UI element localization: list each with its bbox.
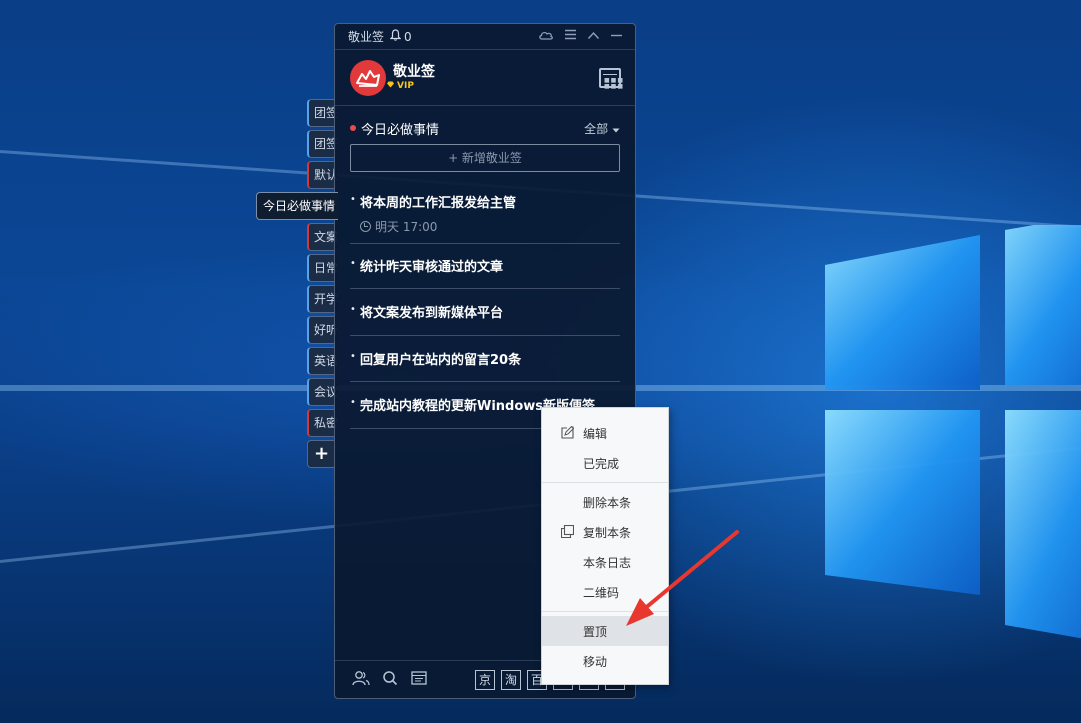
category-tab[interactable]: 开学 [307,285,337,313]
filter-dropdown[interactable]: 全部 [584,120,620,137]
menu-icon[interactable] [564,29,577,45]
notification-count: 0 [404,29,412,44]
task-text: 统计昨天审核通过的文章 [360,260,504,275]
avatar[interactable] [350,59,386,96]
taobao-shortcut[interactable]: 淘 [501,669,521,690]
jd-shortcut[interactable]: 京 [475,669,495,690]
bullet: • [350,194,356,205]
category-tab[interactable]: 团签 [307,130,337,158]
category-title: 今日必做事情 [361,122,440,138]
menu-item-label: 本条日志 [583,555,632,570]
menu-separator [542,611,668,612]
menu-item-label: 置顶 [583,624,608,639]
category-tab-active[interactable]: 今日必做事情 [256,192,338,220]
category-tab[interactable]: 日常 [307,254,337,282]
copy-icon [560,524,575,539]
menu-item-label: 复制本条 [583,525,632,540]
task-text: 回复用户在站内的留言20条 [360,353,522,368]
menu-item-done[interactable]: 已完成 [542,448,668,478]
diamond-icon [386,81,395,91]
menu-item-label: 编辑 [583,426,608,441]
task-context-menu: 编辑 已完成 删除本条 复制本条 本条日志 二维码 置顶 移动 [541,407,669,685]
task-text: 将本周的工作汇报发给主管 [360,196,517,211]
vip-label: VIP [397,81,414,91]
category-tab[interactable]: 英语 [307,347,337,375]
collapse-icon[interactable] [587,29,600,45]
menu-item-label: 已完成 [583,456,620,471]
category-tab[interactable]: 默认 [307,161,337,189]
calendar-icon[interactable]: ■■■ ■■■ [599,67,623,89]
add-category-button[interactable]: + [307,440,335,468]
app-title: 敬业签 [348,30,385,44]
task-item[interactable]: • 将文案发布到新媒体平台 [350,302,620,336]
task-item[interactable]: • 回复用户在站内的留言20条 [350,349,620,382]
bullet: • [350,397,356,408]
minimize-icon[interactable] [610,29,623,45]
contacts-icon[interactable] [351,670,371,690]
task-item[interactable]: • 统计昨天审核通过的文章 [350,256,620,289]
menu-item-log[interactable]: 本条日志 [542,547,668,577]
menu-item-copy[interactable]: 复制本条 [542,517,668,547]
task-text: 将文案发布到新媒体平台 [360,306,504,321]
bullet: • [350,258,356,269]
category-tab[interactable]: 私密 [307,409,337,437]
user-profile: 敬业签 VIP ■■■ ■■■ [335,50,635,106]
category-tab[interactable]: 团签 [307,99,337,127]
menu-item-pin-top[interactable]: 置顶 [542,616,668,646]
menu-item-label: 移动 [583,654,608,669]
vip-badge: VIP [386,81,435,91]
cloud-sync-icon[interactable] [538,29,554,45]
category-tab[interactable]: 文案 [307,223,337,251]
task-item[interactable]: • 将本周的工作汇报发给主管 明天 17:00 [350,192,620,244]
category-tab[interactable]: 会议 [307,378,337,406]
bell-icon[interactable] [389,29,402,44]
menu-separator [542,482,668,483]
red-dot-icon [350,125,356,131]
category-header: 今日必做事情 全部 [335,106,635,138]
category-tab[interactable]: 好听 [307,316,337,344]
task-due-time: 明天 17:00 [375,220,438,234]
bullet: • [350,351,356,362]
menu-item-move[interactable]: 移动 [542,646,668,676]
title-bar[interactable]: 敬业签 0 [335,24,635,50]
menu-item-label: 删除本条 [583,495,632,510]
filter-label: 全部 [584,121,609,136]
bullet: • [350,304,356,315]
task-due: 明天 17:00 [350,218,620,235]
windows-logo [825,225,1081,639]
add-note-button[interactable]: + 新增敬业签 [350,144,620,172]
search-icon[interactable] [380,670,400,690]
menu-item-delete[interactable]: 删除本条 [542,487,668,517]
menu-item-edit[interactable]: 编辑 [542,418,668,448]
clock-icon [360,221,371,232]
edit-icon [561,425,575,439]
user-name: 敬业签 [393,64,435,80]
menu-item-label: 二维码 [583,585,620,600]
menu-item-qrcode[interactable]: 二维码 [542,577,668,607]
calendar-list-icon[interactable] [409,670,429,690]
caret-down-icon [612,122,620,136]
